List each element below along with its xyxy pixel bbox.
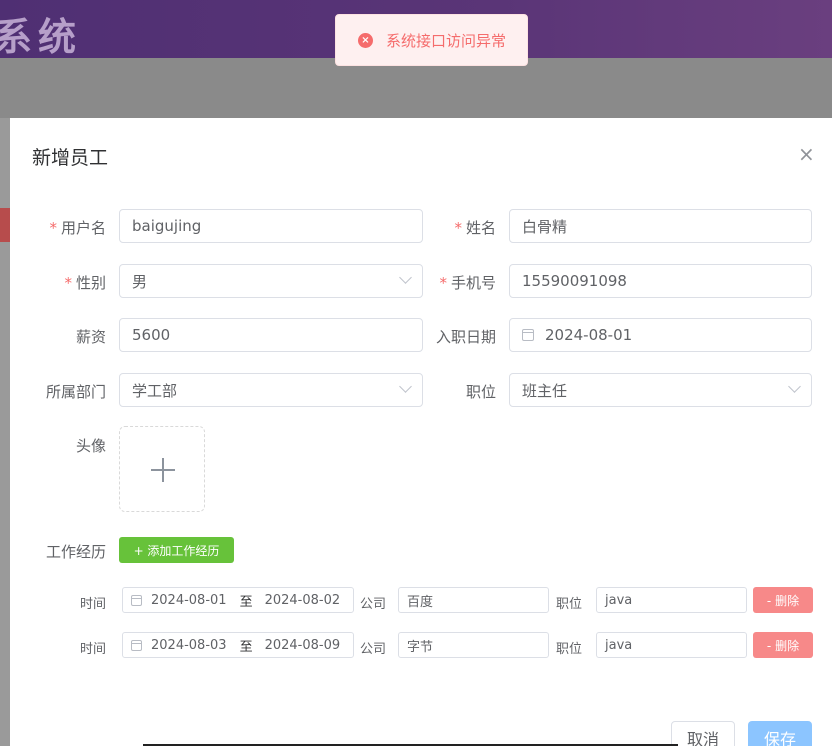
error-toast: × 系统接口访问异常 (335, 14, 528, 66)
calendar-icon (131, 639, 142, 651)
work-history-label: 工作经历 (45, 543, 106, 561)
sidebar-active-marker (0, 208, 10, 242)
company-label: 公司 (360, 597, 387, 612)
error-circle-icon: × (358, 32, 373, 48)
work-time-range[interactable]: 2024-08-01 至 2024-08-02 (122, 587, 354, 613)
app-title: 系统 (0, 14, 83, 59)
chevron-down-icon (788, 380, 801, 393)
username-label: * 用户名 (49, 219, 106, 237)
time-label: 时间 (80, 642, 107, 657)
calendar-icon (522, 329, 534, 341)
phone-label: * 手机号 (439, 274, 496, 292)
add-work-history-button[interactable]: + 添加工作经历 (119, 537, 234, 563)
name-label: * 姓名 (454, 219, 496, 237)
calendar-icon (131, 594, 142, 606)
add-employee-dialog: 新增员工 × * 用户名 baigujing * 姓名 白骨精 * 性别 男 * 手机号… (10, 118, 832, 746)
work-time-range[interactable]: 2024-08-03 至 2024-08-09 (122, 632, 354, 658)
job-label: 职位 (465, 383, 496, 401)
chevron-down-icon (399, 380, 412, 393)
salary-input[interactable]: 5600 (119, 318, 423, 352)
dept-label: 所属部门 (45, 383, 106, 401)
phone-input[interactable]: 15590091098 (509, 264, 812, 298)
position-input[interactable]: java (596, 587, 747, 613)
toast-message: 系统接口访问异常 (386, 31, 507, 50)
company-input[interactable]: 字节 (398, 632, 549, 658)
avatar-uploader[interactable] (119, 426, 205, 512)
gender-label: * 性别 (64, 274, 106, 292)
close-icon[interactable]: × (798, 142, 815, 166)
avatar-label: 头像 (75, 437, 106, 455)
dialog-title: 新增员工 (32, 147, 109, 169)
entry-date-picker[interactable]: 2024-08-01 (509, 318, 812, 352)
delete-work-history-button[interactable]: - 删除 (753, 587, 813, 613)
position-label: 职位 (556, 597, 583, 612)
dept-select[interactable]: 学工部 (119, 373, 423, 407)
cancel-button[interactable]: 取消 (671, 721, 735, 746)
time-label: 时间 (80, 597, 107, 612)
plus-icon-vertical (162, 458, 164, 482)
save-button[interactable]: 保存 (748, 721, 812, 746)
position-input[interactable]: java (596, 632, 747, 658)
job-select[interactable]: 班主任 (509, 373, 812, 407)
position-label: 职位 (556, 642, 583, 657)
entry-date-label: 入职日期 (435, 328, 496, 346)
delete-work-history-button[interactable]: - 删除 (753, 632, 813, 658)
username-input[interactable]: baigujing (119, 209, 423, 243)
company-label: 公司 (360, 642, 387, 657)
name-input[interactable]: 白骨精 (509, 209, 812, 243)
gender-select[interactable]: 男 (119, 264, 423, 298)
chevron-down-icon (399, 271, 412, 284)
salary-label: 薪资 (75, 328, 106, 346)
company-input[interactable]: 百度 (398, 587, 549, 613)
